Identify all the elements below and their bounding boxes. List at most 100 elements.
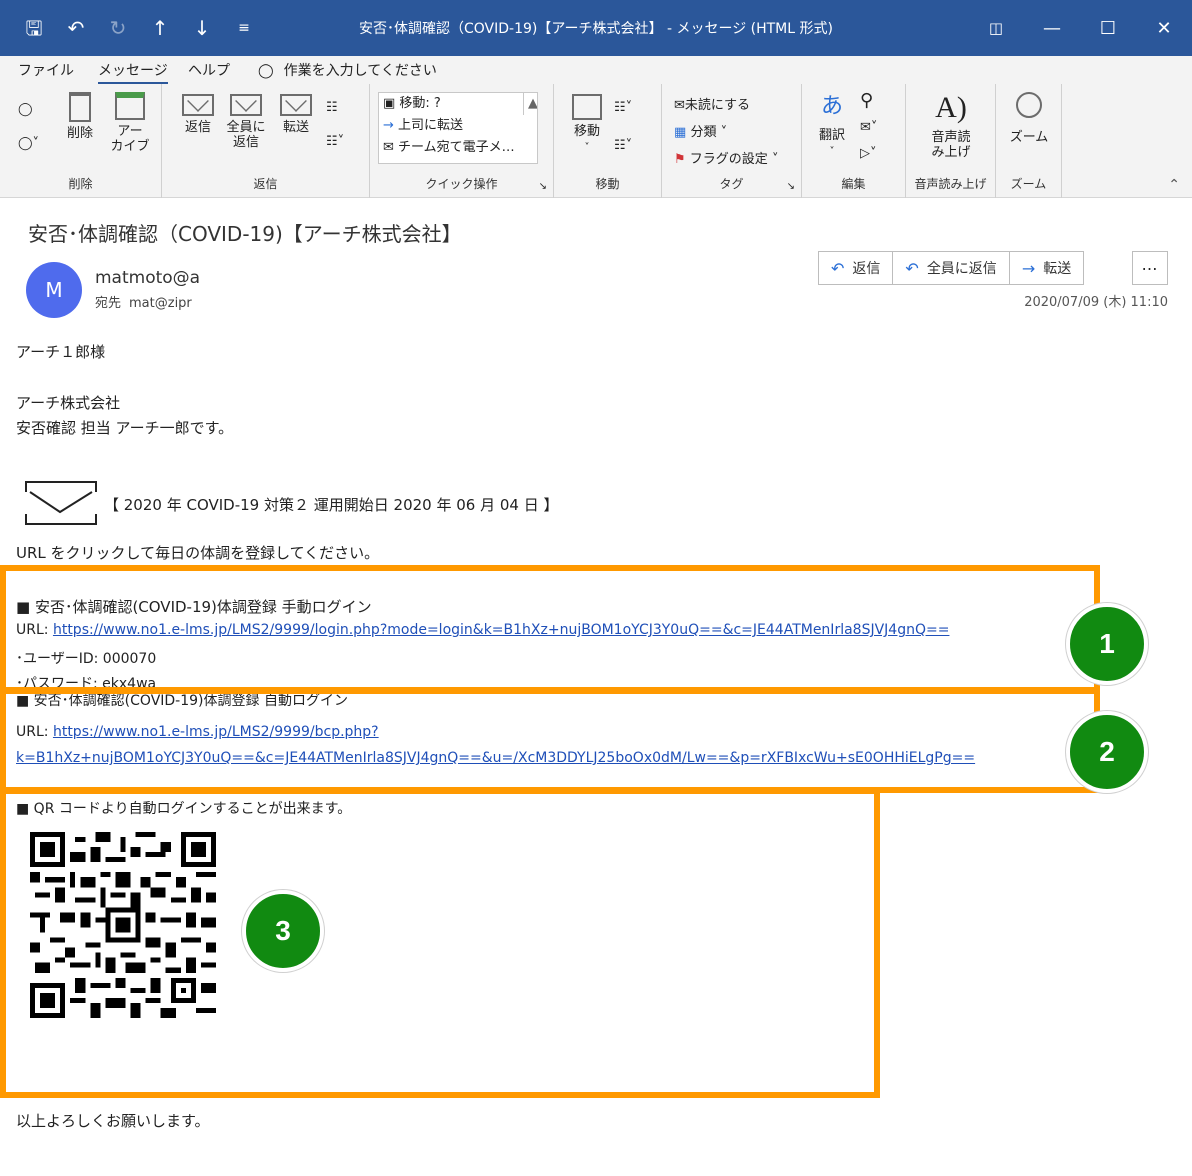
more-actions-button[interactable]: … <box>1132 251 1168 285</box>
zoom-icon <box>1016 92 1042 118</box>
categorize-label: 分類 <box>690 125 717 140</box>
forward-icon <box>280 94 312 116</box>
envelope-icon <box>25 481 97 525</box>
reply-arrow-icon: ↶ <box>831 258 845 278</box>
select-icon[interactable]: ▷˅ <box>860 146 877 161</box>
avatar[interactable]: M <box>26 262 82 318</box>
mark-unread-button[interactable]: ✉未読にする <box>674 94 750 113</box>
forward-button[interactable]: 転送 <box>274 94 318 135</box>
flag-icon: ⚑ <box>674 152 686 167</box>
trash-icon <box>69 92 91 122</box>
ignore-icon[interactable]: ◯ <box>18 102 33 117</box>
reply-all-action-label: 全員に返信 <box>926 261 997 277</box>
callout-badge-1: 1 <box>1066 603 1148 685</box>
close-icon[interactable]: ✕ <box>1136 0 1192 56</box>
instruction-text: URL をクリックして毎日の体調を登録してください。 <box>16 544 380 562</box>
callout-badge-2: 2 <box>1066 711 1148 793</box>
archive-button[interactable]: アー カイブ <box>108 92 152 154</box>
message-actions: ↶ 返信 ↶ 全員に返信 → 転送 <box>818 251 1085 285</box>
sender-address[interactable]: matmoto@a <box>95 268 200 288</box>
dialog-launcher-icon[interactable]: ↘ <box>539 181 547 192</box>
follow-up-label: フラグの設定 <box>689 152 768 167</box>
reply-all-icon <box>230 94 262 116</box>
search-icon[interactable]: ⚲ <box>860 90 873 111</box>
closing-text: 以上よろしくお願いします。 <box>16 1112 210 1130</box>
highlight-auto-login <box>0 688 1100 793</box>
arrow-right-icon: → <box>383 118 399 133</box>
reply-all-arrow-icon: ↶ <box>905 258 919 278</box>
forward-label: 転送 <box>282 120 309 135</box>
rules-icon[interactable]: ☷˅ <box>614 100 632 115</box>
translate-button[interactable]: あ 翻訳 ˅ <box>810 90 854 159</box>
recipient-address[interactable]: mat@zipr <box>129 296 192 311</box>
forward-arrow-icon: → <box>1021 258 1036 278</box>
read-aloud-label-2: み上げ <box>931 145 971 160</box>
reply-action-button[interactable]: ↶ 返信 <box>819 252 894 284</box>
reply-icon <box>182 94 214 116</box>
quick-step-to-manager[interactable]: → 上司に転送 <box>379 115 537 137</box>
move-label: 移動 <box>573 124 600 139</box>
onenote-icon[interactable]: ☷˅ <box>614 138 632 153</box>
reply-all-label-1: 全員に <box>226 120 266 135</box>
group-label-edit: 編集 <box>841 177 866 191</box>
ribbon-group-respond: 返信 全員に 返信 転送 ☷ ☷˅ 返信 <box>162 84 370 198</box>
move-icon: ▣ <box>383 96 400 111</box>
quick-step-team-email[interactable]: ✉ チーム宛て電子メ… <box>379 137 537 159</box>
more-respond-icon[interactable]: ☷˅ <box>326 134 344 149</box>
quick-steps-scroll[interactable]: ▲▼▼ <box>523 93 537 115</box>
follow-up-button[interactable]: ⚑ フラグの設定 ˅ <box>674 148 778 167</box>
quick-step-team-email-label: チーム宛て電子メ… <box>398 140 515 155</box>
tell-me-text: 作業を入力してください <box>283 63 437 79</box>
ribbon-group-zoom: ズーム ズーム <box>996 84 1062 198</box>
tags-dialog-launcher-icon[interactable]: ↘ <box>787 181 795 192</box>
ribbon-group-speech: A) 音声読 み上げ 音声読み上げ <box>906 84 996 198</box>
reply-all-button[interactable]: 全員に 返信 <box>224 94 268 150</box>
group-label-respond: 返信 <box>253 177 278 191</box>
reply-all-action-button[interactable]: ↶ 全員に返信 <box>893 252 1010 284</box>
quick-step-move-label: 移動: ? <box>399 96 441 111</box>
highlight-manual-login <box>0 565 1100 693</box>
translate-label: 翻訳 <box>818 128 845 143</box>
related-icon[interactable]: ✉˅ <box>860 120 877 135</box>
forward-action-label: 転送 <box>1043 261 1072 277</box>
tell-me-search[interactable]: ◯ 作業を入力してください <box>258 60 437 80</box>
maximize-icon[interactable]: ☐ <box>1080 0 1136 56</box>
read-aloud-button[interactable]: A) 音声読 み上げ <box>924 90 978 160</box>
title-bar: 🖫 ↶ ↻ ↑ ↓ ≡ 安否･体調確認（COVID-19)【アーチ株式会社】 -… <box>0 0 1192 56</box>
menu-bar: ファイル メッセージ ヘルプ ◯ 作業を入力してください <box>0 56 1192 84</box>
reply-all-label-2: 返信 <box>232 135 259 150</box>
tab-file[interactable]: ファイル <box>18 60 74 80</box>
delete-label: 削除 <box>66 126 93 141</box>
zoom-button[interactable]: ズーム <box>1004 92 1054 145</box>
to-label: 宛先 <box>95 296 122 311</box>
meeting-icon[interactable]: ☷ <box>326 100 338 115</box>
translate-icon: あ <box>820 94 843 119</box>
ribbon-group-delete: ◯ ◯˅ 削除 アー カイブ 削除 <box>0 84 162 198</box>
cleanup-icon[interactable]: ◯˅ <box>18 136 39 151</box>
collapse-ribbon-icon[interactable]: ⌃ <box>1168 177 1180 193</box>
archive-label-1: アー <box>117 124 143 139</box>
move-folder-icon <box>572 94 602 120</box>
ribbon-display-icon[interactable]: ◫ <box>968 0 1024 56</box>
group-label-quick-steps: クイック操作 <box>425 177 498 191</box>
forward-action-button[interactable]: → 転送 <box>1010 252 1083 284</box>
window-controls: ◫ — ☐ ✕ <box>968 0 1192 56</box>
campaign-heading: 【 2020 年 COVID-19 対策２ 運用開始日 2020 年 06 月 … <box>104 496 559 514</box>
mail-icon: ✉ <box>383 140 399 155</box>
minimize-icon[interactable]: — <box>1024 0 1080 56</box>
tab-help[interactable]: ヘルプ <box>188 60 230 80</box>
move-button[interactable]: 移動 ˅ <box>564 94 610 155</box>
company-name: アーチ株式会社 <box>16 394 121 412</box>
recipient-line: 宛先 mat@zipr <box>95 292 192 311</box>
zoom-label: ズーム <box>1009 130 1049 145</box>
group-label-tags: タグ <box>719 177 744 191</box>
reply-button[interactable]: 返信 <box>176 94 220 135</box>
message-date: 2020/07/09 (木) 11:10 <box>1024 295 1168 310</box>
categorize-button[interactable]: ▦ 分類 ˅ <box>674 121 727 140</box>
unread-label: 未読にする <box>684 98 751 113</box>
quick-step-to-manager-label: 上司に転送 <box>398 118 464 133</box>
tab-message[interactable]: メッセージ <box>98 60 168 84</box>
quick-step-move[interactable]: ▣ 移動: ? <box>379 93 537 115</box>
delete-button[interactable]: 削除 <box>60 92 100 141</box>
ribbon-group-tags: ✉未読にする ▦ 分類 ˅ ⚑ フラグの設定 ˅ タグ ↘ <box>662 84 802 198</box>
